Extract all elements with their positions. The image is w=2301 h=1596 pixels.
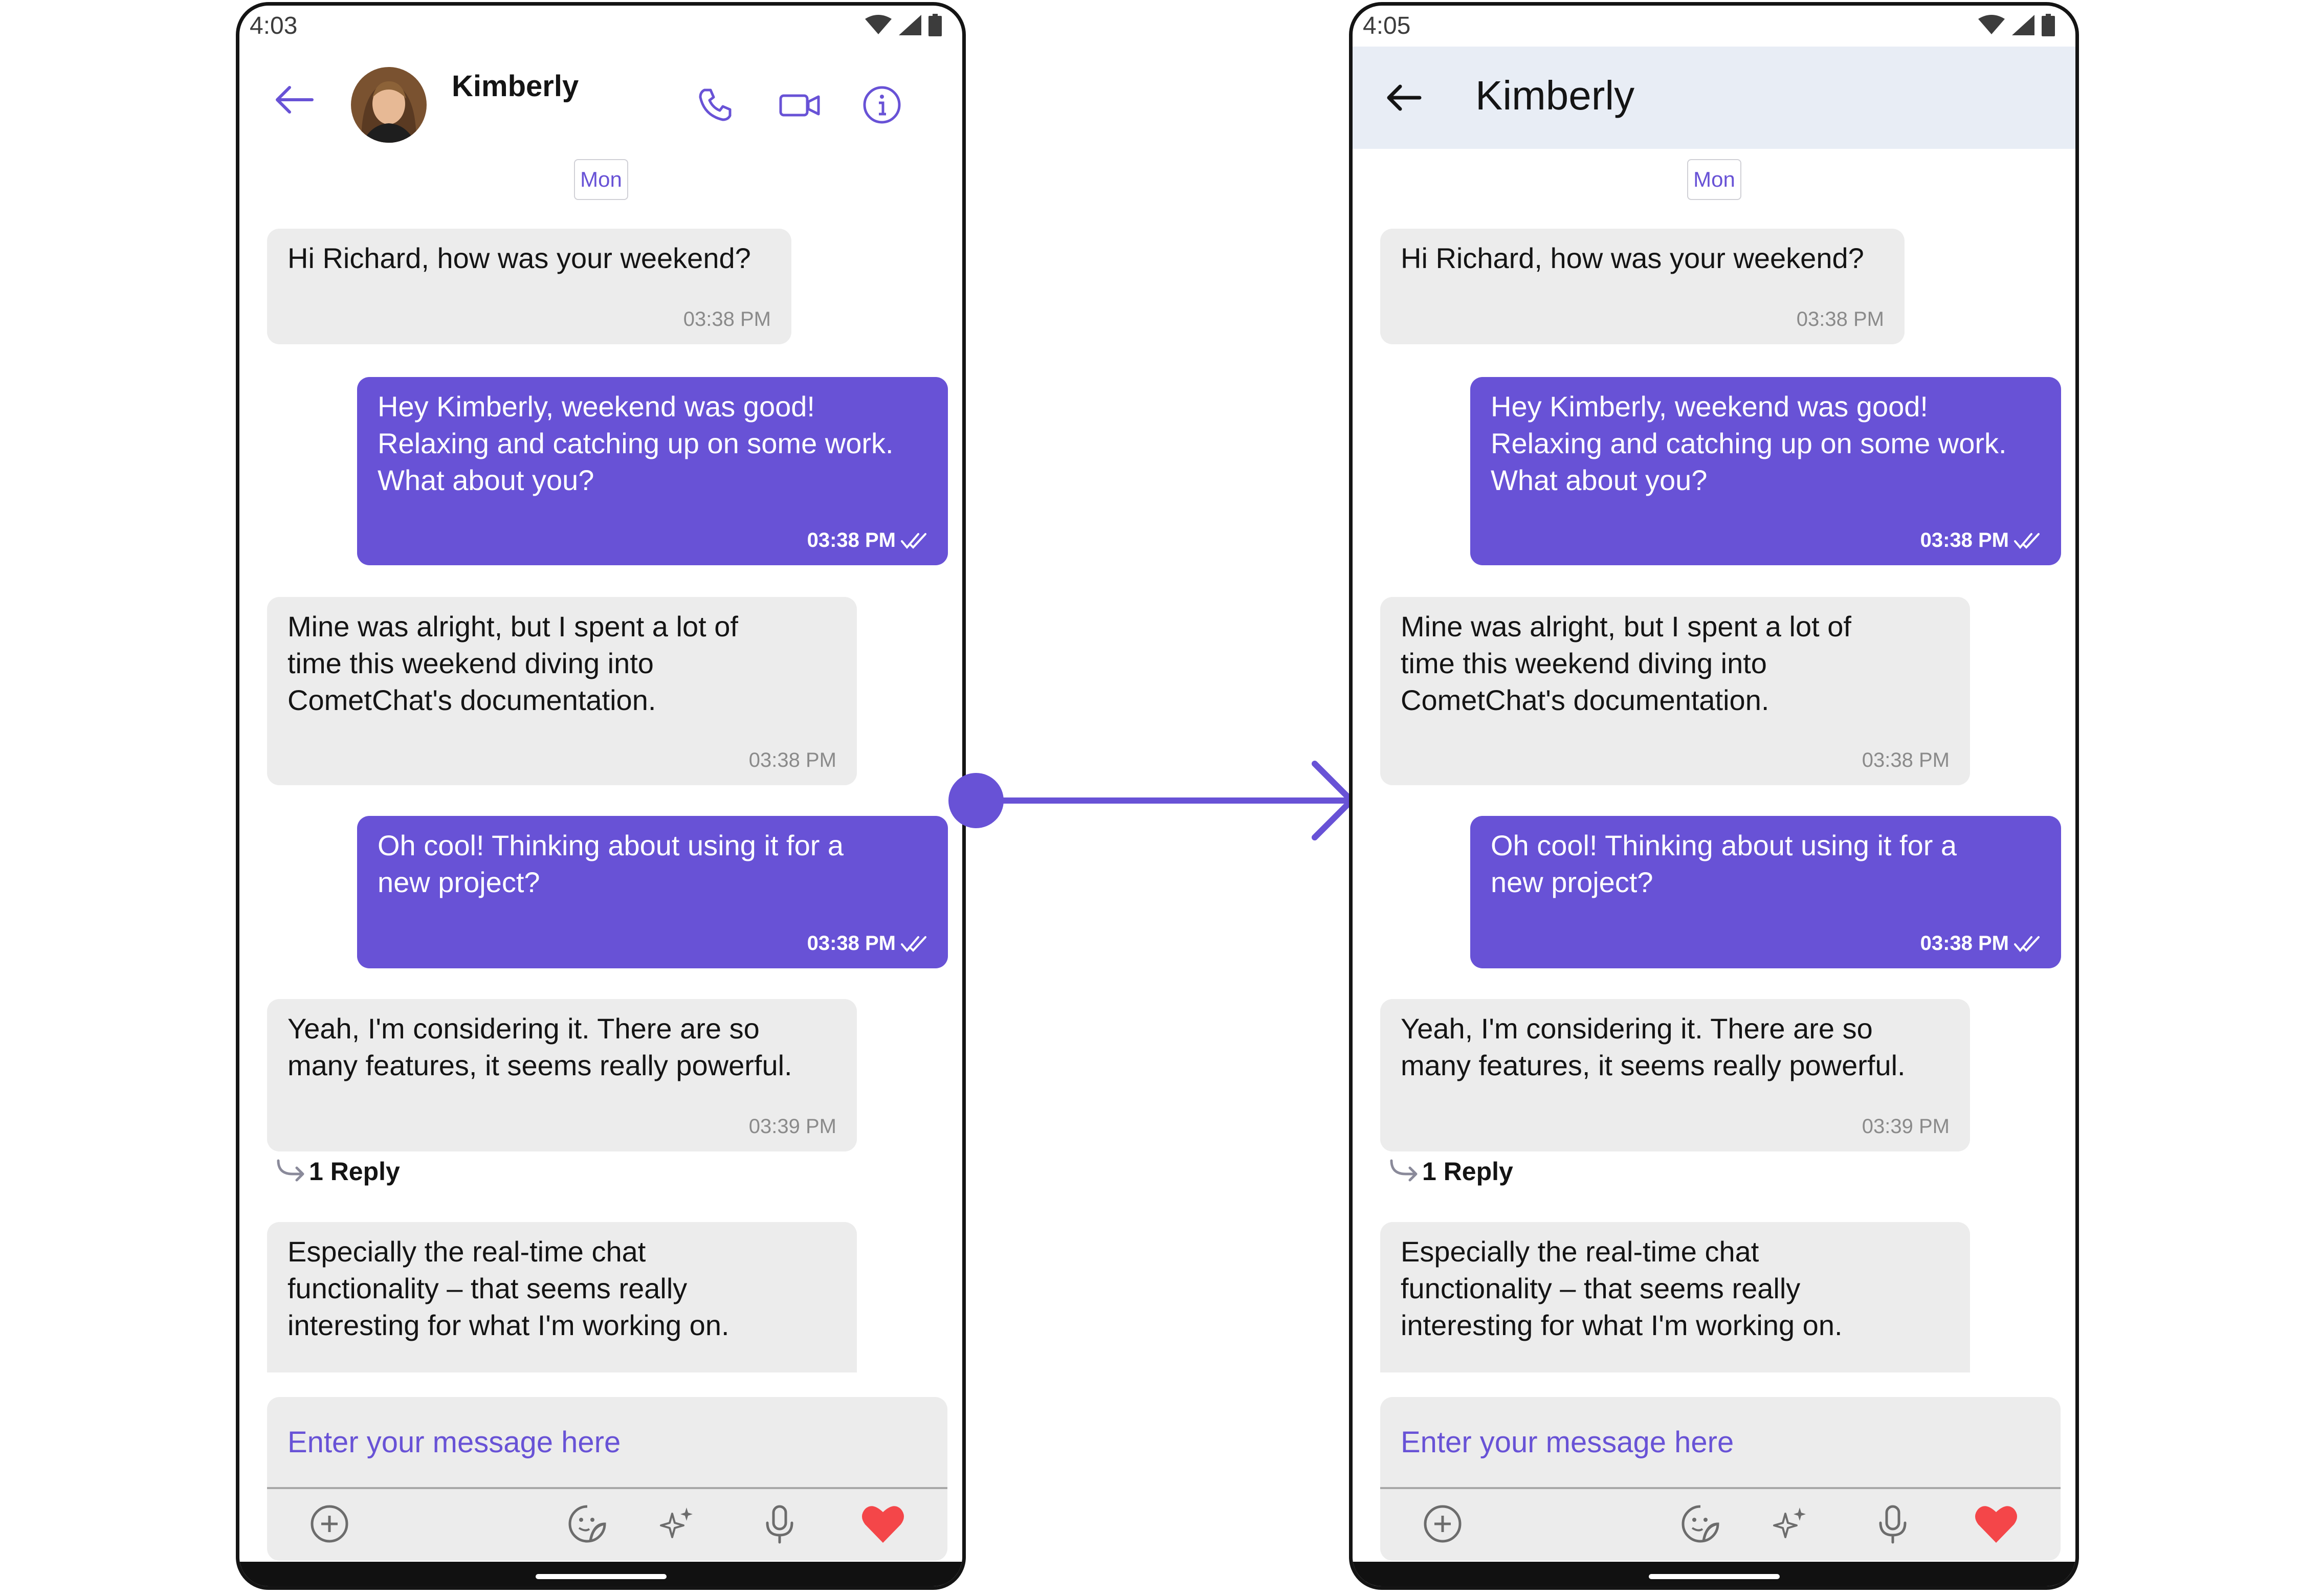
message-text: Hey Kimberly, weekend was good! Relaxing… <box>378 390 894 496</box>
home-indicator[interactable] <box>1648 1574 1780 1579</box>
message-time: 03:38 PM <box>1920 932 2041 955</box>
composer-divider <box>267 1487 947 1489</box>
message-time-label: 03:38 PM <box>807 529 896 551</box>
message-time-label: 03:38 PM <box>807 932 896 955</box>
reply-count: 1 Reply <box>1422 1157 1513 1186</box>
message-bubble-incoming[interactable]: Especially the real-time chat functional… <box>1380 1222 1970 1372</box>
message-input[interactable] <box>1380 1397 2061 1487</box>
reply-count: 1 Reply <box>309 1157 400 1186</box>
message-text: Oh cool! Thinking about using it for a n… <box>378 829 844 898</box>
transition-arrow-icon <box>948 761 1355 840</box>
message-bubble-incoming[interactable]: Mine was alright, but I spent a lot of t… <box>1380 597 1970 785</box>
message-time: 03:38 PM <box>749 749 836 772</box>
message-bubble-incoming[interactable]: Especially the real-time chat functional… <box>267 1222 857 1372</box>
message-time: 03:38 PM <box>807 529 927 552</box>
phone-screen-before: 4:03 Kimberly Mon Hi Richard, how was yo… <box>236 2 966 1590</box>
message-time: 03:38 PM <box>1797 308 1884 331</box>
navigation-bar <box>239 1562 962 1586</box>
message-time: 03:38 PM <box>683 308 771 331</box>
double-check-icon <box>2014 533 2040 549</box>
message-time-label: 03:38 PM <box>1796 308 1884 330</box>
date-separator: Mon <box>574 159 628 200</box>
message-text: Yeah, I'm considering it. There are so m… <box>287 1012 792 1081</box>
sticker-icon[interactable] <box>1674 1497 1727 1550</box>
message-bubble-incoming[interactable]: Yeah, I'm considering it. There are so m… <box>1380 999 1970 1151</box>
phone-screen-after: 4:05 Kimberly Mon Hi Richard, how was yo… <box>1349 2 2079 1590</box>
ai-sparkle-icon[interactable] <box>1764 1497 1817 1550</box>
add-attachment-icon[interactable] <box>303 1497 356 1550</box>
message-list[interactable]: Mon Hi Richard, how was your weekend? 03… <box>1353 6 2075 1372</box>
microphone-icon[interactable] <box>753 1497 806 1550</box>
message-time-label: 03:39 PM <box>1862 1115 1950 1138</box>
heart-icon[interactable] <box>1970 1497 2023 1550</box>
message-time-label: 03:38 PM <box>1920 932 2009 955</box>
double-check-icon <box>901 936 926 952</box>
navigation-bar <box>1353 1562 2075 1586</box>
reply-arrow-icon <box>1390 1159 1418 1182</box>
message-text: Mine was alright, but I spent a lot of t… <box>1401 610 1851 716</box>
message-composer <box>267 1397 947 1561</box>
message-time-label: 03:38 PM <box>748 749 836 771</box>
thread-reply-link[interactable]: 1 Reply <box>1388 1157 1513 1186</box>
thread-reply-link[interactable]: 1 Reply <box>275 1157 400 1186</box>
message-bubble-outgoing[interactable]: Hey Kimberly, weekend was good! Relaxing… <box>1470 377 2061 565</box>
message-text: Hi Richard, how was your weekend? <box>1401 242 1864 274</box>
microphone-icon[interactable] <box>1866 1497 1919 1550</box>
double-check-icon <box>2014 936 2040 952</box>
message-text: Hey Kimberly, weekend was good! Relaxing… <box>1491 390 2007 496</box>
message-time: 03:39 PM <box>1862 1115 1950 1138</box>
message-text: Yeah, I'm considering it. There are so m… <box>1401 1012 1906 1081</box>
home-indicator[interactable] <box>535 1574 667 1579</box>
message-bubble-outgoing[interactable]: Oh cool! Thinking about using it for a n… <box>357 816 948 968</box>
message-bubble-outgoing[interactable]: Oh cool! Thinking about using it for a n… <box>1470 816 2061 968</box>
add-attachment-icon[interactable] <box>1416 1497 1469 1550</box>
message-time: 03:38 PM <box>1862 749 1950 772</box>
message-time: 03:38 PM <box>1920 529 2041 552</box>
message-time: 03:38 PM <box>807 932 927 955</box>
message-text: Especially the real-time chat functional… <box>1401 1235 1843 1341</box>
message-time-label: 03:39 PM <box>748 1115 836 1138</box>
double-check-icon <box>901 533 926 549</box>
message-bubble-incoming[interactable]: Hi Richard, how was your weekend? 03:38 … <box>267 229 791 344</box>
message-bubble-outgoing[interactable]: Hey Kimberly, weekend was good! Relaxing… <box>357 377 948 565</box>
message-time-label: 03:38 PM <box>1920 529 2009 551</box>
message-input[interactable] <box>267 1397 947 1487</box>
message-text: Especially the real-time chat functional… <box>287 1235 729 1341</box>
message-time-label: 03:38 PM <box>683 308 771 330</box>
message-bubble-incoming[interactable]: Mine was alright, but I spent a lot of t… <box>267 597 857 785</box>
date-separator: Mon <box>1687 159 1741 200</box>
message-composer <box>1380 1397 2061 1561</box>
message-time: 03:39 PM <box>749 1115 836 1138</box>
message-time-label: 03:38 PM <box>1862 749 1950 771</box>
message-text: Oh cool! Thinking about using it for a n… <box>1491 829 1957 898</box>
reply-arrow-icon <box>277 1159 304 1182</box>
composer-divider <box>1380 1487 2061 1489</box>
heart-icon[interactable] <box>856 1497 910 1550</box>
message-bubble-incoming[interactable]: Yeah, I'm considering it. There are so m… <box>267 999 857 1151</box>
sticker-icon[interactable] <box>561 1497 614 1550</box>
message-list[interactable]: Mon Hi Richard, how was your weekend? 03… <box>239 6 962 1372</box>
ai-sparkle-icon[interactable] <box>651 1497 704 1550</box>
message-text: Mine was alright, but I spent a lot of t… <box>287 610 738 716</box>
message-text: Hi Richard, how was your weekend? <box>287 242 751 274</box>
message-bubble-incoming[interactable]: Hi Richard, how was your weekend? 03:38 … <box>1380 229 1905 344</box>
